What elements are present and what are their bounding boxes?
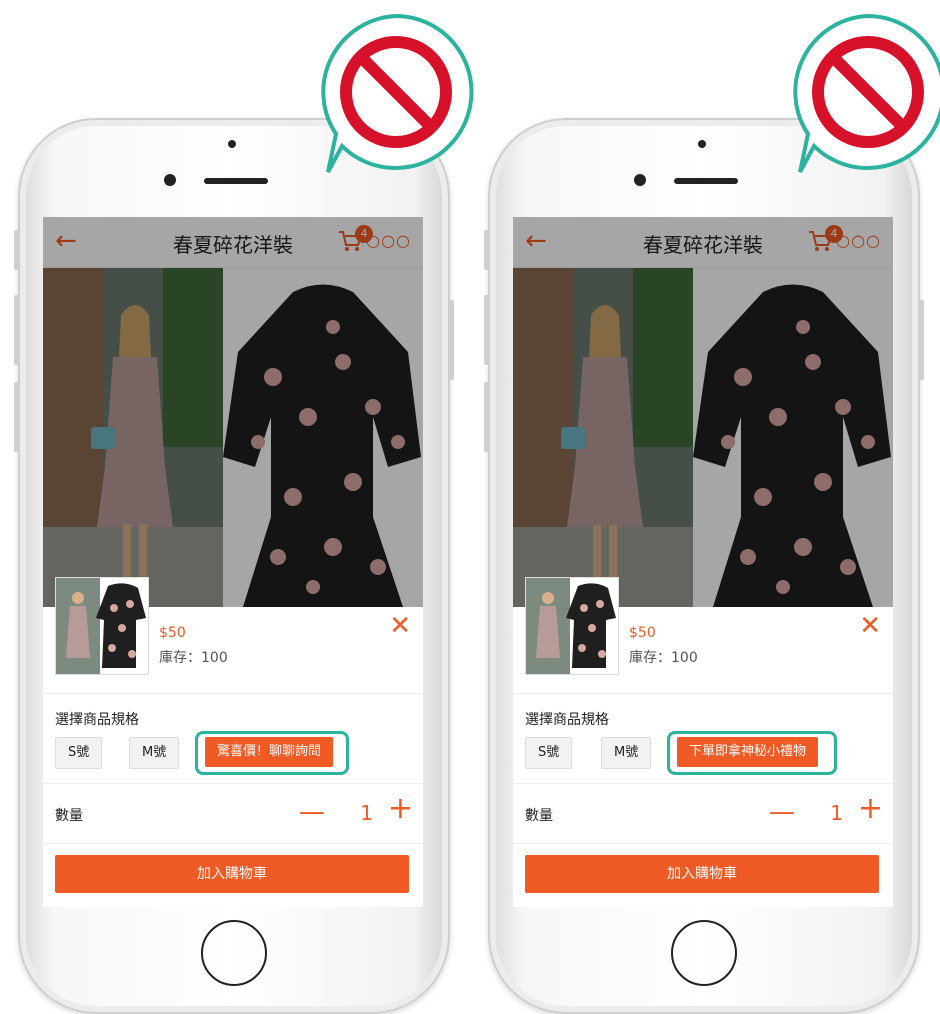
mute-switch: [14, 230, 19, 270]
divider: [43, 783, 423, 784]
earpiece-speaker: [204, 178, 268, 184]
earpiece-speaker: [674, 178, 738, 184]
phone-left: ← 春夏碎花洋裝 4 ○○○ $50 庫存：100 ✕ 選擇商品規格 S號 M號…: [14, 118, 454, 1014]
product-stock: 庫存：100: [159, 650, 228, 666]
add-to-cart-button[interactable]: 加入購物車: [55, 855, 409, 893]
spec-label: 選擇商品規格: [55, 712, 139, 728]
home-button[interactable]: [201, 920, 267, 986]
product-options-sheet: $50 庫存：100 ✕ 選擇商品規格 S號 M號 驚喜價！聊聊詢問 數量 — …: [43, 577, 423, 907]
power-button: [449, 300, 454, 380]
option-size-s[interactable]: S號: [55, 737, 103, 769]
divider: [513, 783, 893, 784]
sensor: [228, 140, 236, 148]
volume-up-button: [484, 295, 489, 365]
product-thumbnail: [55, 577, 149, 675]
mute-switch: [484, 230, 489, 270]
phone-right: ← 春夏碎花洋裝 4 ○○○ $50 庫存：100 ✕ 選擇商品規格 S號 M號…: [484, 118, 924, 1014]
divider: [43, 693, 423, 694]
home-button[interactable]: [671, 920, 737, 986]
app-screen: ← 春夏碎花洋裝 4 ○○○ $50 庫存：100 ✕ 選擇商品規格 S號 M號…: [43, 217, 423, 907]
add-to-cart-button[interactable]: 加入購物車: [525, 855, 879, 893]
divider: [513, 693, 893, 694]
close-icon[interactable]: ✕: [859, 613, 881, 639]
quantity-value: 1: [830, 801, 843, 825]
front-camera: [164, 174, 176, 186]
highlight-frame: [195, 731, 349, 775]
product-thumbnail: [525, 577, 619, 675]
quantity-plus-button[interactable]: +: [388, 793, 413, 825]
front-camera: [634, 174, 646, 186]
product-price: $50: [159, 625, 186, 641]
option-size-m[interactable]: M號: [129, 737, 180, 769]
option-size-s[interactable]: S號: [525, 737, 573, 769]
app-screen: ← 春夏碎花洋裝 4 ○○○ $50 庫存：100 ✕ 選擇商品規格 S號 M號…: [513, 217, 893, 907]
quantity-value: 1: [360, 801, 373, 825]
volume-up-button: [14, 295, 19, 365]
prohibited-icon: [793, 13, 940, 173]
volume-down-button: [14, 382, 19, 452]
quantity-label: 數量: [55, 808, 83, 824]
product-price: $50: [629, 625, 656, 641]
modal-overlay[interactable]: [513, 217, 893, 607]
highlight-frame: [667, 731, 837, 775]
quantity-minus-button[interactable]: —: [299, 797, 325, 827]
quantity-minus-button[interactable]: —: [769, 797, 795, 827]
product-options-sheet: $50 庫存：100 ✕ 選擇商品規格 S號 M號 下單即拿神秘小禮物 數量 —…: [513, 577, 893, 907]
quantity-label: 數量: [525, 808, 553, 824]
product-stock: 庫存：100: [629, 650, 698, 666]
divider: [513, 843, 893, 844]
power-button: [919, 300, 924, 380]
quantity-plus-button[interactable]: +: [858, 793, 883, 825]
divider: [43, 843, 423, 844]
sensor: [698, 140, 706, 148]
volume-down-button: [484, 382, 489, 452]
spec-label: 選擇商品規格: [525, 712, 609, 728]
close-icon[interactable]: ✕: [389, 613, 411, 639]
modal-overlay[interactable]: [43, 217, 423, 607]
option-size-m[interactable]: M號: [601, 737, 652, 769]
prohibited-icon: [321, 13, 474, 173]
